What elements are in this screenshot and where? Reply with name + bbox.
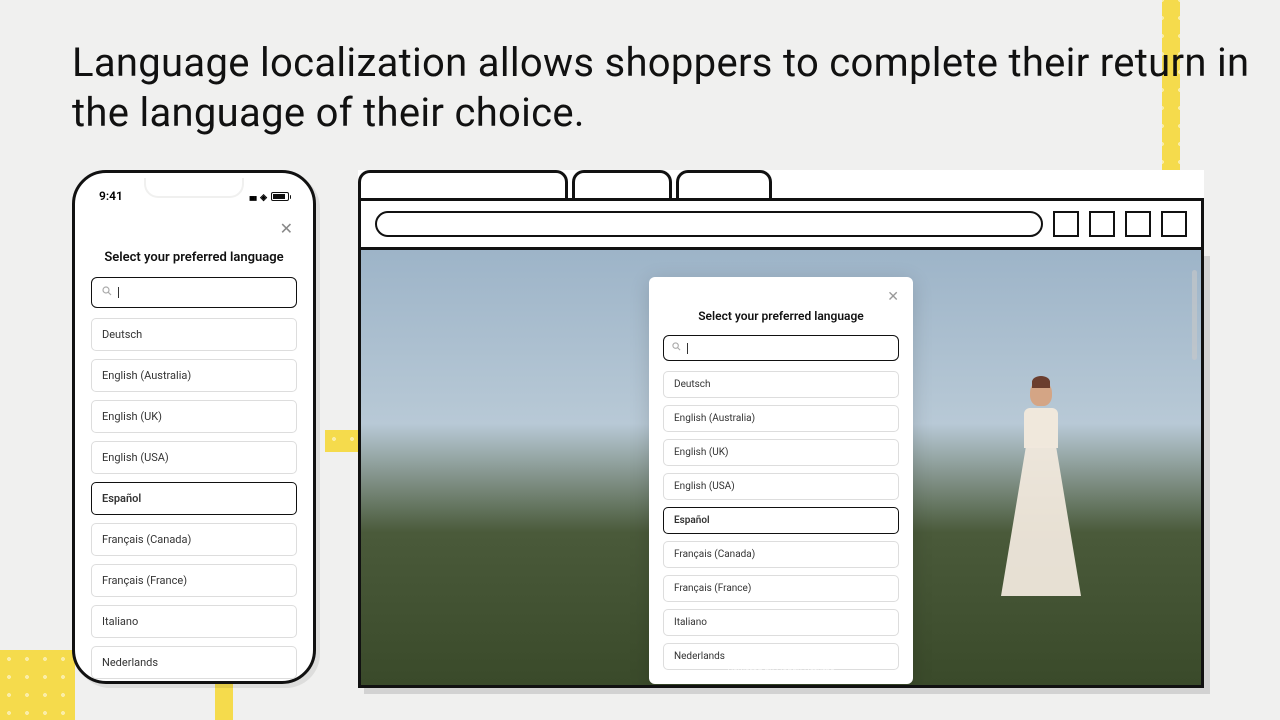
language-search-input[interactable] — [91, 277, 297, 308]
language-option[interactable]: Français (France) — [91, 564, 297, 597]
modal-title: Select your preferred language — [663, 309, 899, 323]
background-image-figure — [1001, 380, 1081, 620]
language-option[interactable]: Nederlands — [663, 643, 899, 670]
browser-mockup: ✕ Select your preferred language Deutsch… — [358, 170, 1204, 688]
text-cursor — [687, 343, 688, 354]
language-option[interactable]: Français (Canada) — [663, 541, 899, 568]
language-list-desktop: Deutsch English (Australia) English (UK) En… — [663, 371, 899, 670]
language-option[interactable]: Français (Canada) — [91, 523, 297, 556]
language-option[interactable]: English (Australia) — [91, 359, 297, 392]
language-option[interactable]: English (Australia) — [663, 405, 899, 432]
language-option[interactable]: Italiano — [663, 609, 899, 636]
battery-icon — [271, 192, 289, 201]
browser-viewport: ✕ Select your preferred language Deutsch… — [358, 250, 1204, 688]
language-option[interactable]: Español — [663, 507, 899, 534]
language-option[interactable]: English (USA) — [663, 473, 899, 500]
language-list-mobile: Deutsch English (Australia) English (UK) En… — [91, 318, 297, 679]
url-bar[interactable] — [375, 211, 1043, 237]
language-option[interactable]: English (UK) — [663, 439, 899, 466]
signal-icon — [249, 190, 256, 203]
language-option[interactable]: English (USA) — [91, 441, 297, 474]
text-cursor — [118, 287, 119, 298]
language-modal-mobile: Select your preferred language Deutsch En… — [91, 250, 297, 679]
close-button[interactable]: ✕ — [663, 289, 899, 305]
search-icon — [102, 286, 112, 299]
scrollbar[interactable] — [1192, 270, 1197, 360]
language-option[interactable]: Italiano — [91, 605, 297, 638]
decorative-strip — [0, 650, 75, 720]
browser-tab[interactable] — [676, 170, 772, 198]
language-search-input[interactable] — [663, 335, 899, 361]
phone-notch — [144, 178, 244, 198]
browser-button[interactable] — [1089, 211, 1115, 237]
language-modal-desktop: ✕ Select your preferred language Deutsch… — [649, 277, 913, 684]
browser-button[interactable] — [1161, 211, 1187, 237]
browser-button[interactable] — [1053, 211, 1079, 237]
language-option[interactable]: Français (France) — [663, 575, 899, 602]
language-option[interactable]: English (UK) — [91, 400, 297, 433]
decorative-strip — [325, 430, 360, 452]
language-option[interactable]: Deutsch — [91, 318, 297, 351]
decorative-strip — [215, 680, 233, 720]
search-icon — [672, 342, 681, 354]
phone-time: 9:41 — [99, 189, 123, 203]
powered-by-label: Powered by Happy Returns — [727, 667, 835, 677]
browser-tab[interactable] — [572, 170, 672, 198]
modal-title: Select your preferred language — [91, 250, 297, 265]
headline: Language localization allows shoppers to… — [72, 38, 1280, 138]
phone-mockup: 9:41 ✕ Select your preferred language De… — [72, 170, 316, 684]
browser-button[interactable] — [1125, 211, 1151, 237]
wifi-icon — [260, 190, 267, 203]
language-option[interactable]: Deutsch — [663, 371, 899, 398]
browser-tab[interactable] — [358, 170, 568, 198]
language-option[interactable]: Español — [91, 482, 297, 515]
close-button[interactable]: ✕ — [91, 211, 297, 246]
browser-tabs — [358, 170, 1204, 198]
language-option[interactable]: Nederlands — [91, 646, 297, 679]
browser-chrome — [358, 198, 1204, 250]
